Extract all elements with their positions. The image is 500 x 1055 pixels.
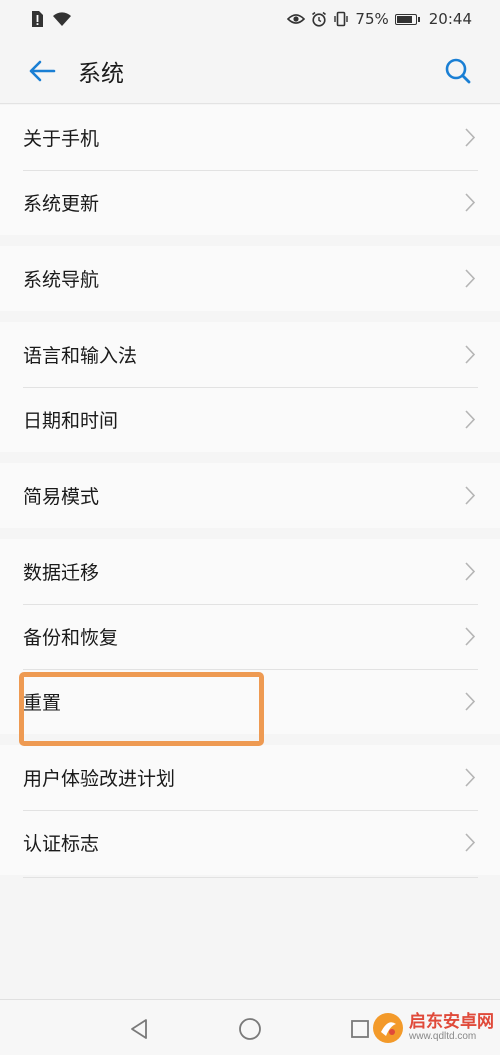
settings-group-simple-mode: 简易模式 xyxy=(0,463,500,528)
chevron-right-icon xyxy=(465,128,476,147)
settings-item-certification[interactable]: 认证标志 xyxy=(0,810,500,875)
watermark-logo-icon xyxy=(373,1013,403,1043)
settings-item-label: 系统导航 xyxy=(23,269,100,291)
chevron-right-icon xyxy=(465,193,476,212)
settings-item-system-update[interactable]: 系统更新 xyxy=(0,170,500,235)
settings-group-misc: 用户体验改进计划 认证标志 xyxy=(0,745,500,875)
chevron-right-icon xyxy=(465,562,476,581)
settings-item-label: 语言和输入法 xyxy=(23,345,138,367)
watermark-text: 启东安卓网 www.qdltd.com xyxy=(409,1011,494,1042)
settings-item-system-navigation[interactable]: 系统导航 xyxy=(0,246,500,311)
settings-group-device: 关于手机 系统更新 xyxy=(0,105,500,235)
chevron-right-icon xyxy=(465,269,476,288)
status-left xyxy=(30,10,72,28)
settings-item-user-experience[interactable]: 用户体验改进计划 xyxy=(0,745,500,810)
app-bar: 系统 xyxy=(0,38,500,104)
watermark: 启东安卓网 www.qdltd.com xyxy=(372,1005,500,1051)
back-button[interactable] xyxy=(14,43,70,99)
alarm-icon xyxy=(312,11,327,27)
watermark-url: www.qdltd.com xyxy=(409,1030,477,1042)
vibrate-icon xyxy=(334,11,349,27)
settings-item-language-input[interactable]: 语言和输入法 xyxy=(0,322,500,387)
wifi-icon xyxy=(53,11,71,26)
settings-group-data: 数据迁移 备份和恢复 重置 xyxy=(0,539,500,734)
settings-item-backup-restore[interactable]: 备份和恢复 xyxy=(0,604,500,669)
clock: 20:44 xyxy=(428,10,472,28)
settings-item-simple-mode[interactable]: 简易模式 xyxy=(0,463,500,528)
circle-home-icon xyxy=(239,1018,261,1040)
watermark-name: 启东安卓网 xyxy=(409,1011,494,1032)
square-recents-icon xyxy=(351,1020,369,1038)
settings-item-label: 备份和恢复 xyxy=(23,627,119,649)
chevron-right-icon xyxy=(465,692,476,711)
settings-item-label: 重置 xyxy=(23,692,62,714)
search-icon xyxy=(445,58,471,84)
search-button[interactable] xyxy=(430,43,486,99)
chevron-right-icon xyxy=(465,345,476,364)
settings-item-about-phone[interactable]: 关于手机 xyxy=(0,105,500,170)
settings-item-data-migration[interactable]: 数据迁移 xyxy=(0,539,500,604)
settings-group-navigation: 系统导航 xyxy=(0,246,500,311)
status-right: 75% 20:44 xyxy=(287,10,472,28)
chevron-right-icon xyxy=(465,486,476,505)
chevron-right-icon xyxy=(465,768,476,787)
settings-group-locale: 语言和输入法 日期和时间 xyxy=(0,322,500,452)
chevron-right-icon xyxy=(465,833,476,852)
settings-item-label: 认证标志 xyxy=(23,833,100,855)
chevron-right-icon xyxy=(465,627,476,646)
settings-item-label: 日期和时间 xyxy=(23,410,119,432)
settings-item-label: 系统更新 xyxy=(23,193,100,215)
settings-item-label: 用户体验改进计划 xyxy=(23,768,176,790)
nav-home-button[interactable] xyxy=(235,1014,265,1044)
list-divider xyxy=(23,877,478,878)
page-title: 系统 xyxy=(78,60,124,87)
triangle-back-icon xyxy=(131,1019,147,1039)
battery-percent: 75% xyxy=(355,10,389,28)
back-arrow-icon xyxy=(29,60,56,81)
settings-list: 关于手机 系统更新 系统导航 语言和输入法 日期和时间 简易模式 数据迁移 备份… xyxy=(0,105,500,875)
battery-icon xyxy=(394,13,420,25)
settings-item-reset[interactable]: 重置 xyxy=(0,669,500,734)
status-bar: 75% 20:44 xyxy=(0,0,500,38)
chevron-right-icon xyxy=(465,410,476,429)
nav-back-button[interactable] xyxy=(124,1014,154,1044)
settings-item-date-time[interactable]: 日期和时间 xyxy=(0,387,500,452)
sim-alert-icon xyxy=(32,11,43,27)
settings-item-label: 简易模式 xyxy=(23,486,100,508)
settings-item-label: 数据迁移 xyxy=(23,562,100,584)
eye-comfort-icon xyxy=(287,14,306,24)
nav-recents-button[interactable] xyxy=(345,1014,375,1044)
settings-item-label: 关于手机 xyxy=(23,128,100,150)
